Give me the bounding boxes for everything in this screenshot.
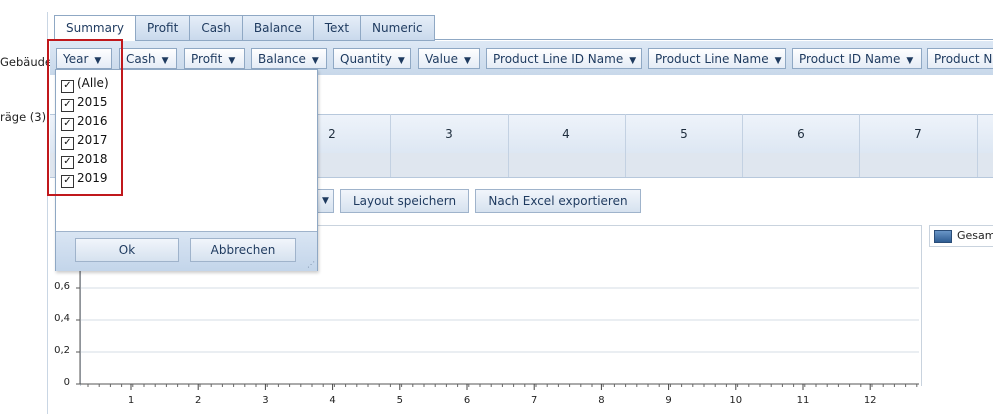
chart-legend: Gesam xyxy=(929,225,993,247)
x-tick-label: 5 xyxy=(396,395,403,406)
x-tick-label: 6 xyxy=(463,395,471,406)
y-tick-label: 0,2 xyxy=(54,345,70,356)
x-tick-label: 9 xyxy=(665,395,672,406)
x-tick-label: 11 xyxy=(796,395,810,406)
x-tick-label: 10 xyxy=(729,395,743,406)
x-tick-label: 8 xyxy=(598,395,605,406)
y-tick-label: 0,4 xyxy=(54,313,70,324)
y-tick-label: 0,6 xyxy=(54,281,70,292)
legend-label: Gesam xyxy=(957,229,993,242)
x-tick-label: 4 xyxy=(329,395,336,406)
x-tick-label: 1 xyxy=(127,395,135,406)
x-tick-label: 7 xyxy=(531,395,538,406)
ok-button[interactable]: Ok xyxy=(75,238,179,262)
highlight-box xyxy=(47,39,123,196)
cancel-button[interactable]: Abbrechen xyxy=(190,238,296,262)
resize-grip-icon[interactable]: ⋰ xyxy=(307,260,315,269)
legend-swatch xyxy=(934,230,952,243)
x-tick-label: 12 xyxy=(863,395,877,406)
x-tick-label: 3 xyxy=(262,395,269,406)
popup-footer: Ok Abbrechen ⋰ xyxy=(56,231,317,271)
y-tick-label: 0 xyxy=(63,377,70,388)
chart-gridlines xyxy=(80,287,919,353)
x-tick-label: 2 xyxy=(195,395,202,406)
